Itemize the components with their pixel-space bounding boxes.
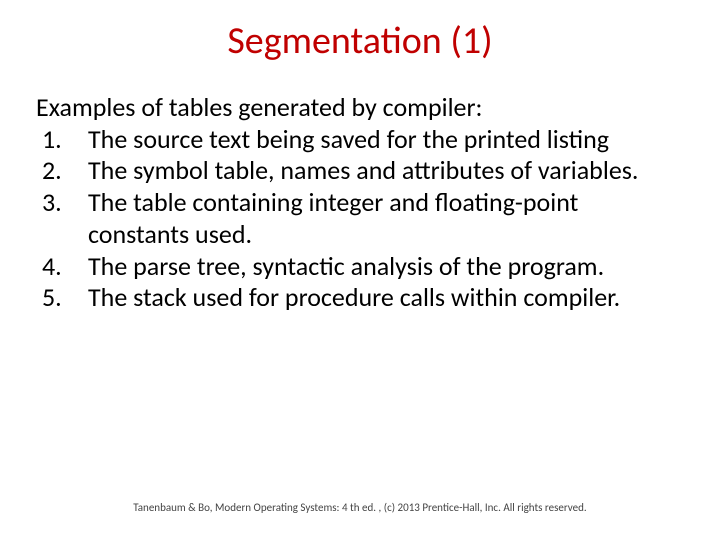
- item-text: The parse tree, syntactic analysis of th…: [88, 251, 684, 283]
- list-item: 5. The stack used for procedure calls wi…: [36, 282, 684, 314]
- slide-title: Segmentation (1): [36, 18, 684, 64]
- item-text: The stack used for procedure calls withi…: [88, 282, 684, 314]
- list-item: 4. The parse tree, syntactic analysis of…: [36, 251, 684, 283]
- item-text: The symbol table, names and attributes o…: [88, 155, 684, 187]
- item-number: 1.: [36, 124, 88, 156]
- intro-text: Examples of tables generated by compiler…: [36, 92, 684, 124]
- examples-list: 1. The source text being saved for the p…: [36, 124, 684, 314]
- item-number: 5.: [36, 282, 88, 314]
- footer-text: Tanenbaum & Bo, Modern Operating Systems…: [0, 501, 720, 514]
- item-text: The table containing integer and floatin…: [88, 187, 684, 250]
- item-number: 2.: [36, 155, 88, 187]
- list-item: 1. The source text being saved for the p…: [36, 124, 684, 156]
- item-number: 3.: [36, 187, 88, 250]
- item-number: 4.: [36, 251, 88, 283]
- list-item: 2. The symbol table, names and attribute…: [36, 155, 684, 187]
- item-text: The source text being saved for the prin…: [88, 124, 684, 156]
- list-item: 3. The table containing integer and floa…: [36, 187, 684, 250]
